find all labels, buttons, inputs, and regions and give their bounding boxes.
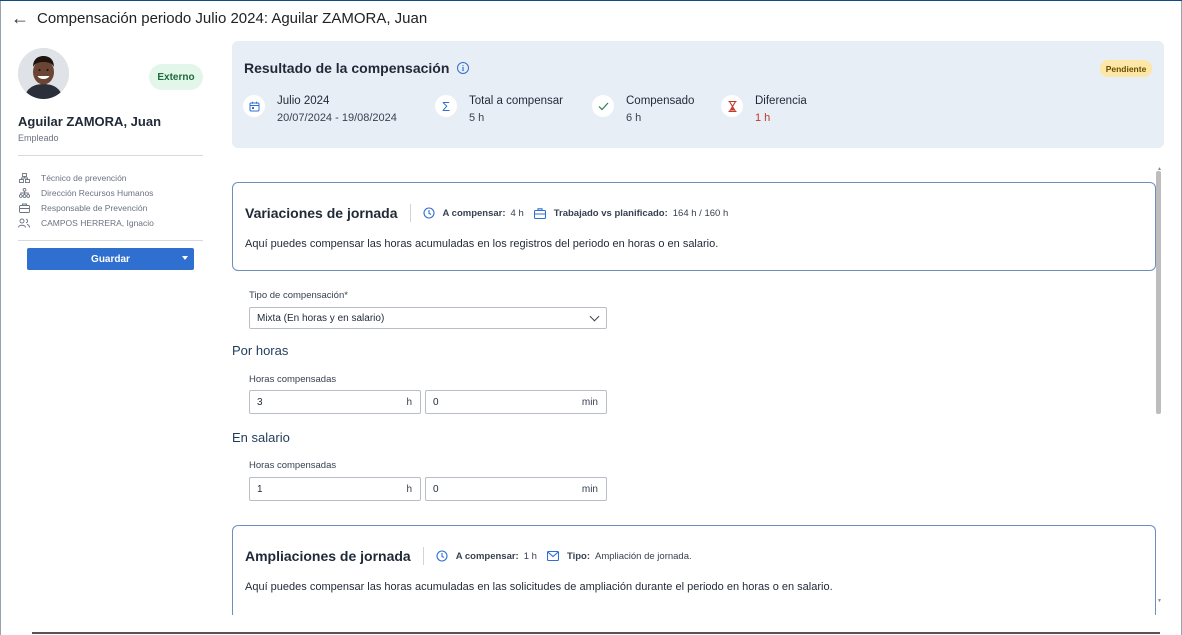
employee-name: Aguilar ZAMORA, Juan <box>18 114 162 129</box>
hours-group-title: Por horas <box>232 343 289 358</box>
meta-value: Ampliación de jornada. <box>594 550 692 562</box>
clock-icon <box>422 207 435 219</box>
select-value: Mixta (En horas y en salario) <box>257 312 385 324</box>
section-title: Ampliaciones de jornada <box>245 548 411 564</box>
stat-period: Julio 2024 20/07/2024 - 19/08/2024 <box>243 94 397 126</box>
stat-label: Compensado <box>626 95 695 107</box>
compensation-type-label: Tipo de compensación* <box>249 290 348 301</box>
bottom-border <box>32 632 1160 634</box>
stat-compensated: Compensado 6 h <box>592 94 694 126</box>
stat-value: 6 h <box>626 112 642 124</box>
divider <box>409 204 411 222</box>
back-arrow-icon[interactable]: ← <box>11 8 31 29</box>
detail-text: CAMPOS HERRERA, Ignacio <box>41 217 154 228</box>
scrollbar-thumb[interactable] <box>1156 171 1161 414</box>
salary-hours-input[interactable]: 1 h <box>249 477 421 501</box>
chevron-down-icon[interactable] <box>182 256 188 260</box>
employee-details: Técnico de prevención Dirección Recursos… <box>18 170 203 230</box>
briefcase-icon <box>18 203 30 213</box>
stat-value: 5 h <box>469 112 485 124</box>
unit-label: h <box>406 397 412 408</box>
section-header: Variaciones de jornada A compensar: 4 h … <box>245 204 742 222</box>
detail-responsibility: Responsable de Prevención <box>18 200 203 215</box>
result-title: Resultado de la compensación <box>244 60 450 76</box>
section-header: Ampliaciones de jornada A compensar: 1 h… <box>245 547 706 565</box>
divider <box>18 240 203 241</box>
unit-label: min <box>581 397 598 408</box>
stat-label: Julio 2024 <box>277 95 330 107</box>
meta-label: Tipo: <box>566 550 590 562</box>
minutes-input[interactable]: 0 min <box>425 390 607 414</box>
section-title: Variaciones de jornada <box>245 205 398 221</box>
external-badge: Externo <box>149 64 203 90</box>
section-description: Aquí puedes compensar las horas acumulad… <box>245 238 719 250</box>
info-icon[interactable]: i <box>457 62 469 74</box>
detail-position: Técnico de prevención <box>18 170 203 185</box>
stat-total: Σ Total a compensar 5 h <box>435 94 563 126</box>
stat-difference: Diferencia 1 h <box>721 94 807 126</box>
hours-input[interactable]: 3 h <box>249 390 421 414</box>
save-button-label: Guardar <box>91 253 130 265</box>
hierarchy-icon <box>18 187 30 198</box>
detail-text: Dirección Recursos Humanos <box>41 187 154 198</box>
calendar-icon <box>243 95 265 117</box>
meta-worked-vs-planned: Trabajado vs planificado: 164 h / 160 h <box>533 207 729 219</box>
salary-minutes-input[interactable]: 0 min <box>425 477 607 501</box>
ampliaciones-card: Ampliaciones de jornada A compensar: 1 h… <box>232 525 1156 615</box>
meta-value: 1 h <box>523 550 537 562</box>
detail-text: Técnico de prevención <box>41 172 127 183</box>
mail-icon <box>546 551 559 561</box>
section-description: Aquí puedes compensar las horas acumulad… <box>245 581 833 593</box>
detail-manager: CAMPOS HERRERA, Ignacio <box>18 215 203 230</box>
hours-compensated-label: Horas compensadas <box>249 374 337 385</box>
meta-to-compensate: A compensar: 4 h <box>422 207 524 219</box>
divider <box>18 155 203 156</box>
clock-icon <box>436 550 448 562</box>
stat-value: 1 h <box>755 112 771 124</box>
employee-role: Empleado <box>18 133 59 143</box>
check-icon <box>592 95 614 117</box>
stat-label: Diferencia <box>755 95 807 107</box>
input-value: 1 <box>257 483 263 495</box>
status-badge: Pendiente <box>1100 60 1152 77</box>
divider <box>422 547 424 565</box>
stat-value: 20/07/2024 - 19/08/2024 <box>277 112 397 124</box>
meta-value: 164 h / 160 h <box>672 207 729 219</box>
compensation-type-select[interactable]: Mixta (En horas y en salario) <box>249 307 607 329</box>
sum-icon: Σ <box>435 95 457 117</box>
unit-label: min <box>581 484 598 495</box>
meta-value: 4 h <box>510 207 524 219</box>
salary-group-title: En salario <box>232 430 290 445</box>
variaciones-card: Variaciones de jornada A compensar: 4 h … <box>232 182 1156 271</box>
input-value: 0 <box>433 483 439 495</box>
meta-type: Tipo: Ampliación de jornada. <box>546 550 692 562</box>
org-chart-icon <box>18 172 30 183</box>
save-button[interactable]: Guardar <box>27 248 194 270</box>
scroll-down-icon[interactable]: ▼ <box>1157 598 1162 604</box>
page-header: ← Compensación periodo Julio 2024: Aguil… <box>0 0 1180 36</box>
unit-label: h <box>406 484 412 495</box>
meta-to-compensate: A compensar: 1 h <box>436 550 537 562</box>
hourglass-icon <box>721 95 743 117</box>
compensation-result-card: Resultado de la compensación i Pendiente… <box>232 41 1164 148</box>
detail-department: Dirección Recursos Humanos <box>18 185 203 200</box>
stat-label: Total a compensar <box>469 95 563 107</box>
page-title: Compensación periodo Julio 2024: Aguilar… <box>37 9 428 27</box>
detail-text: Responsable de Prevención <box>41 202 148 213</box>
chevron-down-icon <box>589 311 600 322</box>
input-value: 0 <box>433 396 439 408</box>
salary-hours-compensated-label: Horas compensadas <box>249 460 337 471</box>
meta-label: A compensar: <box>442 207 506 219</box>
user-group-icon <box>18 218 30 228</box>
meta-label: A compensar: <box>455 550 519 562</box>
input-value: 3 <box>257 396 263 408</box>
briefcase-icon <box>533 207 546 219</box>
avatar <box>18 48 69 99</box>
meta-label: Trabajado vs planificado: <box>553 207 668 219</box>
